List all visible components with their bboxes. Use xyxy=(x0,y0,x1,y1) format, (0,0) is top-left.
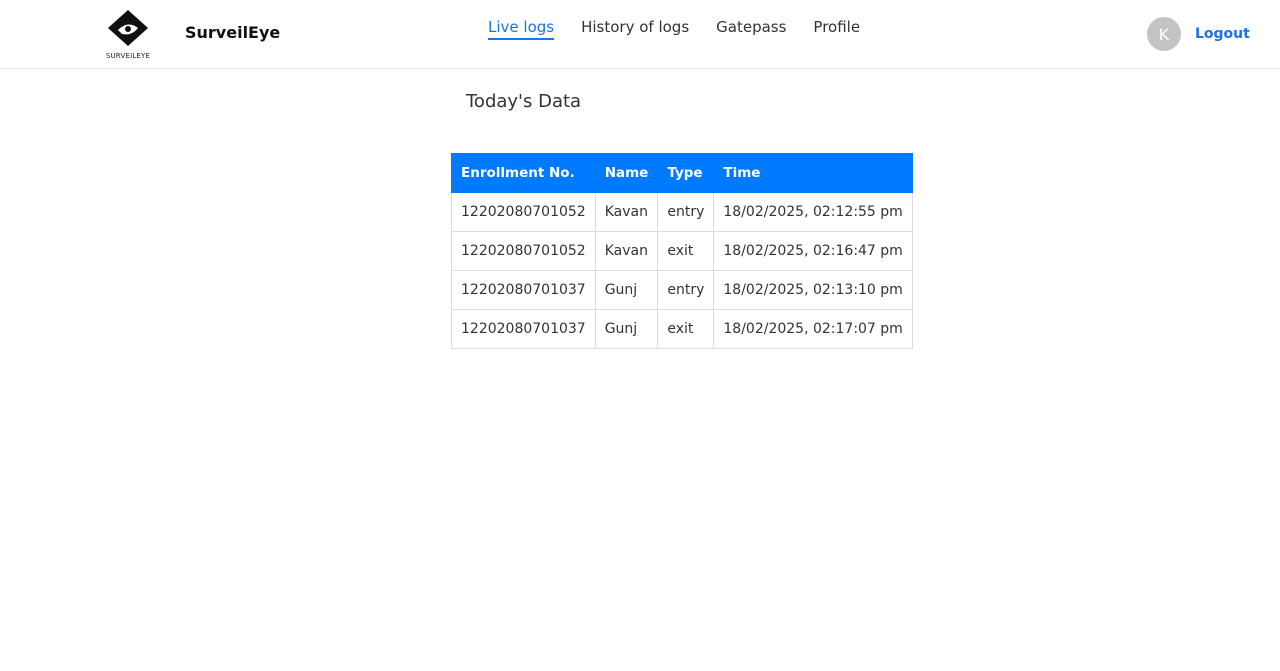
navbar: SURVEILEYE SurveilEye Live logs History … xyxy=(0,0,1280,69)
table-header-row: Enrollment No. Name Type Time xyxy=(451,153,913,193)
brand-logo[interactable]: SURVEILEYE xyxy=(100,8,156,62)
page-title: Today's Data xyxy=(466,91,582,112)
cell-name: Kavan xyxy=(594,231,659,271)
cell-time: 18/02/2025, 02:17:07 pm xyxy=(713,309,913,349)
brand-name[interactable]: SurveilEye xyxy=(185,23,280,42)
nav-profile[interactable]: Profile xyxy=(813,18,860,40)
cell-time: 18/02/2025, 02:13:10 pm xyxy=(713,270,913,310)
nav-live-logs[interactable]: Live logs xyxy=(488,18,555,40)
eye-diamond-logo-icon xyxy=(108,10,148,46)
cell-enrollment: 12202080701052 xyxy=(451,231,596,271)
nav-history-of-logs[interactable]: History of logs xyxy=(581,18,689,40)
table-row: 12202080701037 Gunj exit 18/02/2025, 02:… xyxy=(451,309,913,349)
logo-caption: SURVEILEYE xyxy=(105,52,151,60)
logout-link[interactable]: Logout xyxy=(1195,26,1250,42)
cell-name: Kavan xyxy=(594,192,659,232)
logs-table: Enrollment No. Name Type Time 1220208070… xyxy=(451,153,913,349)
cell-enrollment: 12202080701037 xyxy=(451,309,596,349)
cell-enrollment: 12202080701052 xyxy=(451,192,596,232)
table-row: 12202080701052 Kavan entry 18/02/2025, 0… xyxy=(451,192,913,232)
cell-enrollment: 12202080701037 xyxy=(451,270,596,310)
nav-gatepass[interactable]: Gatepass xyxy=(716,18,786,40)
cell-type: exit xyxy=(657,231,715,271)
column-header-name: Name xyxy=(594,153,659,193)
column-header-type: Type xyxy=(657,153,715,193)
cell-time: 18/02/2025, 02:12:55 pm xyxy=(713,192,913,232)
avatar[interactable]: K xyxy=(1147,17,1181,51)
main-nav: Live logs History of logs Gatepass Profi… xyxy=(488,18,860,40)
cell-type: entry xyxy=(657,192,715,232)
table-row: 12202080701052 Kavan exit 18/02/2025, 02… xyxy=(451,231,913,271)
cell-type: entry xyxy=(657,270,715,310)
cell-time: 18/02/2025, 02:16:47 pm xyxy=(713,231,913,271)
cell-type: exit xyxy=(657,309,715,349)
table-row: 12202080701037 Gunj entry 18/02/2025, 02… xyxy=(451,270,913,310)
column-header-enrollment: Enrollment No. xyxy=(451,153,596,193)
column-header-time: Time xyxy=(713,153,913,193)
cell-name: Gunj xyxy=(594,270,659,310)
cell-name: Gunj xyxy=(594,309,659,349)
